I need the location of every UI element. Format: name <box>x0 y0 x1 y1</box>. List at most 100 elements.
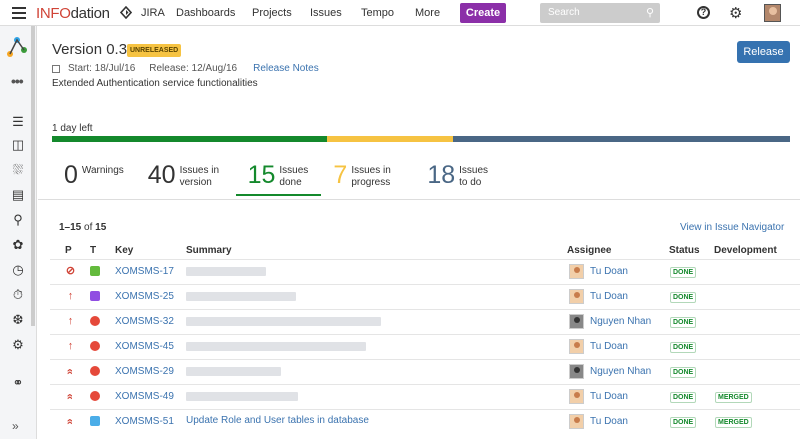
feather-icon[interactable]: ❆ <box>10 312 26 328</box>
status-badge: UNRELEASED <box>127 44 182 57</box>
search-icon: ⚲ <box>645 7 654 19</box>
table-row[interactable]: » XOMSMS-51 Update Role and User tables in… <box>50 409 800 434</box>
nav-tempo[interactable]: Tempo <box>361 7 394 19</box>
table-row[interactable]: ↑ XOMSMS-25 Tu Doan DONE <box>50 284 800 309</box>
col-type[interactable]: T <box>90 245 96 256</box>
issue-key-link[interactable]: XOMSMS-25 <box>115 291 174 302</box>
nav-more[interactable]: More <box>415 7 440 19</box>
col-development[interactable]: Development <box>714 245 777 256</box>
app-name: JIRA <box>141 7 165 19</box>
assignee-link[interactable]: Tu Doan <box>590 416 628 427</box>
nav-projects[interactable]: Projects <box>252 7 292 19</box>
assignee-link[interactable]: Tu Doan <box>590 341 628 352</box>
timesheet-icon[interactable]: ◷ <box>10 262 26 278</box>
company-logo[interactable]: INFOdation <box>36 5 110 22</box>
release-button[interactable]: Release <box>737 41 790 63</box>
components-icon[interactable]: ✿ <box>10 237 26 253</box>
divider <box>38 199 800 200</box>
reports-icon[interactable]: ▤ <box>10 187 26 203</box>
issue-key-link[interactable]: XOMSMS-45 <box>115 341 174 352</box>
more-icon[interactable]: ••• <box>11 73 24 89</box>
release-notes-link[interactable]: Release Notes <box>253 63 319 74</box>
progress-done-segment <box>52 136 328 142</box>
issue-summary-link[interactable]: Update Role and User tables in database <box>186 415 369 426</box>
issue-summary-redacted[interactable] <box>186 367 281 376</box>
project-sidebar: ••• ☰ ◫ ⛆ ▤ ⚲ ✿ ◷ ⏱ ❆ ⚙ ⚭ » <box>0 26 37 439</box>
stat-label: Issues in version <box>179 165 220 188</box>
issue-type-story-icon <box>90 266 100 276</box>
search-input[interactable]: Search ⚲ <box>540 3 660 23</box>
assignee-link[interactable]: Nguyen Nhan <box>590 366 651 377</box>
stat-warnings[interactable]: 0 Warnings <box>52 162 136 196</box>
assignee-avatar <box>569 264 584 279</box>
nav-dashboards[interactable]: Dashboards <box>176 7 235 19</box>
stat-number: 18 <box>427 161 456 189</box>
sidebar-scrollbar[interactable] <box>31 26 35 326</box>
issues-search-icon[interactable]: ⚲ <box>10 212 26 228</box>
issue-summary-redacted[interactable] <box>186 392 298 401</box>
jira-logo-icon <box>120 6 132 19</box>
assignee-link[interactable]: Tu Doan <box>590 266 628 277</box>
version-description: Extended Authentication service function… <box>52 78 258 89</box>
stat-number: 0 <box>64 161 78 189</box>
help-icon[interactable]: ? <box>697 6 710 19</box>
table-row[interactable]: » XOMSMS-29 Nguyen Nhan DONE <box>50 359 800 384</box>
stat-issues-in-progress[interactable]: 7 Issues in progress <box>321 162 415 196</box>
expand-sidebar-icon[interactable]: » <box>12 419 19 433</box>
project-logo-icon[interactable] <box>6 36 28 58</box>
table-row[interactable]: ↑ XOMSMS-45 Tu Doan DONE <box>50 334 800 359</box>
stat-issues-done[interactable]: 15 Issues done <box>235 162 322 196</box>
assignee-link[interactable]: Tu Doan <box>590 291 628 302</box>
view-in-navigator-link[interactable]: View in Issue Navigator <box>680 222 784 233</box>
releases-icon[interactable]: ⛆ <box>10 162 26 178</box>
backlog-icon[interactable]: ☰ <box>10 114 26 130</box>
assignee-link[interactable]: Tu Doan <box>590 391 628 402</box>
table-row[interactable]: ⊘ XOMSMS-17 Tu Doan DONE <box>50 259 800 284</box>
issue-key-link[interactable]: XOMSMS-29 <box>115 366 174 377</box>
col-key[interactable]: Key <box>115 245 133 256</box>
tempo-icon[interactable]: ⏱ <box>10 287 26 303</box>
gear-icon[interactable]: ⚙ <box>729 4 742 22</box>
logo-text-part2: dation <box>70 5 110 22</box>
issue-summary-redacted[interactable] <box>186 317 381 326</box>
stat-issues-in-version[interactable]: 40 Issues in version <box>136 162 236 196</box>
stat-issues-to-do[interactable]: 18 Issues to do <box>415 162 503 196</box>
status-badge: DONE <box>670 317 697 328</box>
nav-issues[interactable]: Issues <box>310 7 342 19</box>
settings-icon[interactable]: ⚙ <box>10 337 26 353</box>
issue-type-bug-icon <box>90 366 100 376</box>
assignee-avatar <box>569 289 584 304</box>
issue-key-link[interactable]: XOMSMS-32 <box>115 316 174 327</box>
start-date: Start: 18/Jul/16 <box>68 63 136 74</box>
table-header: P T Key Summary Assignee Status Developm… <box>38 245 800 259</box>
col-assignee[interactable]: Assignee <box>567 245 611 256</box>
issue-summary-redacted[interactable] <box>186 267 266 276</box>
assignee-link[interactable]: Nguyen Nhan <box>590 316 651 327</box>
status-badge: DONE <box>670 367 697 378</box>
priority-highest-icon: » <box>64 368 76 375</box>
shortcut-link-icon[interactable]: ⚭ <box>10 375 26 391</box>
user-avatar[interactable] <box>764 4 781 22</box>
priority-high-icon: ↑ <box>67 290 74 302</box>
col-status[interactable]: Status <box>669 245 700 256</box>
status-badge: DONE <box>670 292 697 303</box>
assignee-avatar <box>569 339 584 354</box>
issue-key-link[interactable]: XOMSMS-51 <box>115 416 174 427</box>
issue-summary-redacted[interactable] <box>186 292 296 301</box>
release-date: Release: 12/Aug/16 <box>149 63 238 74</box>
table-row[interactable]: ↑ XOMSMS-32 Nguyen Nhan DONE <box>50 309 800 334</box>
development-badge[interactable]: MERGED <box>715 417 752 428</box>
col-priority[interactable]: P <box>65 245 72 256</box>
stat-label: Issues in progress <box>351 165 391 188</box>
menu-icon[interactable] <box>12 7 26 19</box>
assignee-avatar <box>569 364 584 379</box>
issue-key-link[interactable]: XOMSMS-49 <box>115 391 174 402</box>
development-badge[interactable]: MERGED <box>715 392 752 403</box>
board-icon[interactable]: ◫ <box>10 137 26 153</box>
create-button[interactable]: Create <box>460 3 506 23</box>
version-meta: Start: 18/Jul/16 Release: 12/Aug/16 Rele… <box>52 63 319 74</box>
issue-key-link[interactable]: XOMSMS-17 <box>115 266 174 277</box>
issue-summary-redacted[interactable] <box>186 342 366 351</box>
table-row[interactable]: » XOMSMS-49 Tu Doan DONE MERGED <box>50 384 800 409</box>
col-summary[interactable]: Summary <box>186 245 232 256</box>
